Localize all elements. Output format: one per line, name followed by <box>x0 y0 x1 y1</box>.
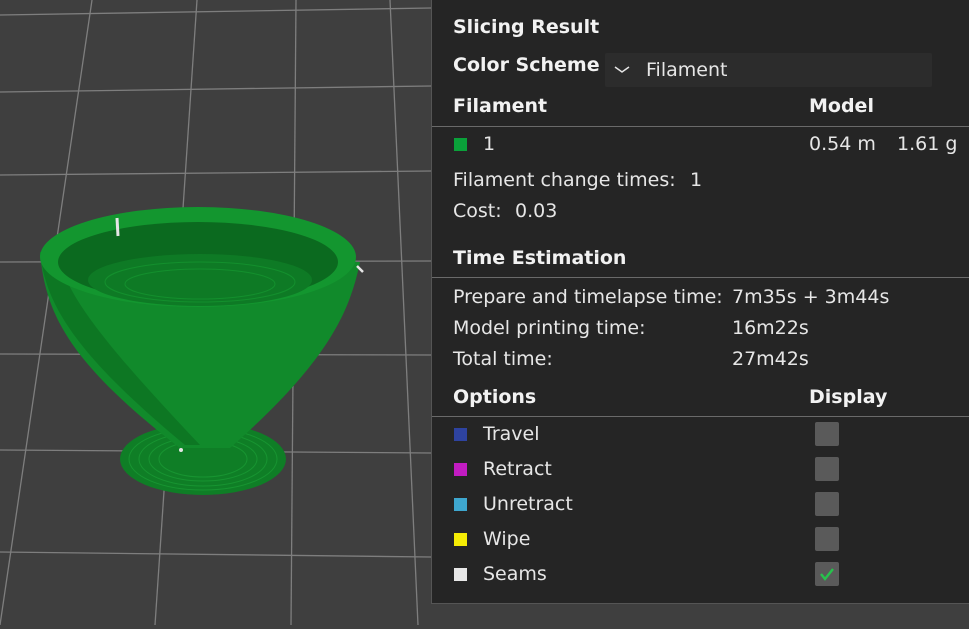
divider <box>432 277 969 278</box>
unretract-display-checkbox[interactable] <box>815 492 839 516</box>
retract-color-swatch <box>454 463 467 476</box>
wipe-display-checkbox[interactable] <box>815 527 839 551</box>
cost-label: Cost: <box>453 200 502 222</box>
wipe-color-swatch <box>454 533 467 546</box>
model-printing-time-value: 16m22s <box>732 317 809 339</box>
seams-color-swatch <box>454 568 467 581</box>
option-label: Wipe <box>483 528 531 550</box>
prepare-time-value: 7m35s + 3m44s <box>732 286 890 308</box>
chevron-down-icon <box>613 61 631 83</box>
filament-color-swatch <box>454 138 467 151</box>
cost-value: 0.03 <box>515 200 558 222</box>
seams-display-checkbox[interactable] <box>815 562 839 586</box>
total-time-value: 27m42s <box>732 348 809 370</box>
travel-display-checkbox[interactable] <box>815 422 839 446</box>
option-label: Retract <box>483 458 552 480</box>
panel-title: Slicing Result <box>453 16 600 38</box>
seam-marker <box>115 217 120 237</box>
model-column-header: Model <box>809 95 874 117</box>
color-scheme-value: Filament <box>646 59 728 81</box>
option-label: Travel <box>483 423 540 445</box>
color-scheme-label: Color Scheme <box>453 54 600 76</box>
option-label: Unretract <box>483 493 573 515</box>
checkmark-icon <box>820 568 834 581</box>
model-printing-time-label: Model printing time: <box>453 317 646 339</box>
travel-color-swatch <box>454 428 467 441</box>
divider <box>432 126 969 127</box>
prepare-time-label: Prepare and timelapse time: <box>453 286 723 308</box>
unretract-color-swatch <box>454 498 467 511</box>
time-estimation-title: Time Estimation <box>453 247 627 269</box>
option-label: Seams <box>483 563 547 585</box>
divider <box>432 416 969 417</box>
total-time-label: Total time: <box>453 348 553 370</box>
filament-change-times-label: Filament change times: <box>453 169 676 191</box>
retract-display-checkbox[interactable] <box>815 457 839 481</box>
display-column-header: Display <box>809 386 888 408</box>
slicing-result-panel: Slicing Result Color Scheme Filament Fil… <box>431 0 969 604</box>
filament-id: 1 <box>483 133 496 155</box>
color-scheme-dropdown[interactable]: Filament <box>605 53 932 87</box>
filament-column-header: Filament <box>453 95 548 117</box>
filament-weight: 1.61 g <box>897 133 958 155</box>
options-column-header: Options <box>453 386 537 408</box>
filament-length: 0.54 m <box>809 133 876 155</box>
filament-change-times-value: 1 <box>690 169 703 191</box>
